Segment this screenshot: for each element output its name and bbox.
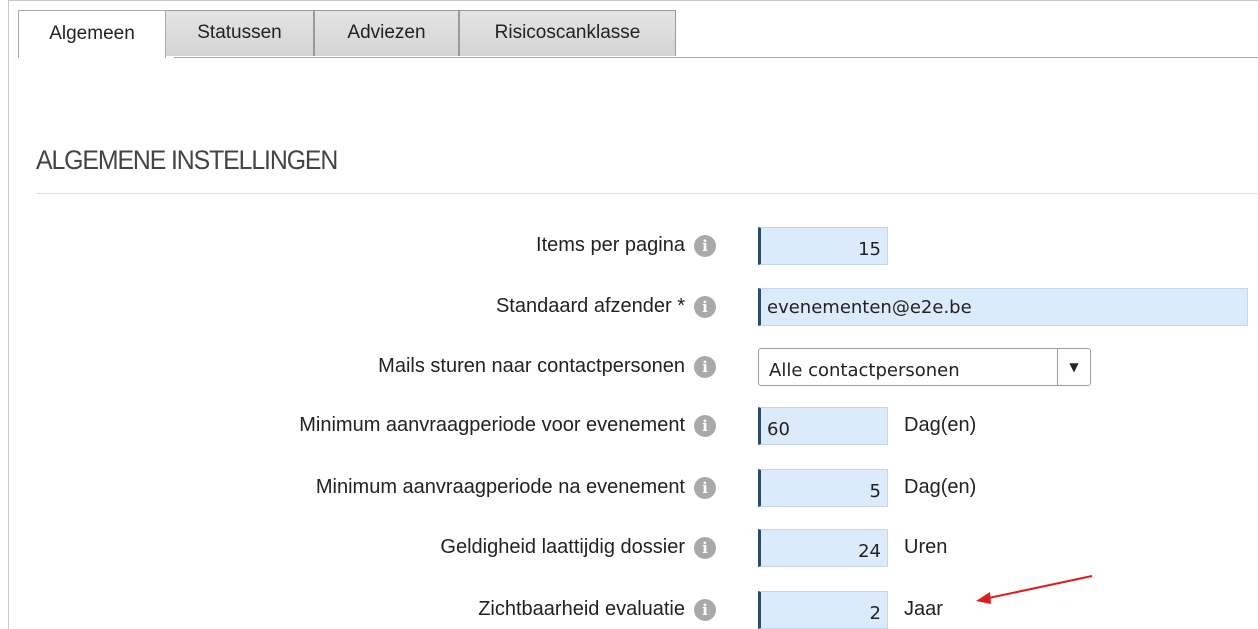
row-mail-contacts: Mails sturen naar contactpersonen i Alle… <box>0 346 1258 386</box>
info-icon[interactable]: i <box>694 235 716 257</box>
tab-adviezen[interactable]: Adviezen <box>314 10 459 56</box>
field-label: Minimum aanvraagperiode na evenement <box>315 475 685 498</box>
tab-bar-baseline <box>174 57 1258 58</box>
unit-label: Dag(en) <box>904 413 977 436</box>
section-divider <box>36 193 1258 194</box>
field-label: Zichtbaarheid evaluatie <box>478 597 685 620</box>
tab-label: Adviezen <box>347 21 426 43</box>
unit-label: Dag(en) <box>904 475 977 498</box>
row-items-per-page: Items per pagina i 15 <box>0 225 1258 265</box>
field-label: Mails sturen naar contactpersonen <box>378 354 685 377</box>
info-icon[interactable]: i <box>694 537 716 559</box>
info-icon[interactable]: i <box>694 415 716 437</box>
mail-contacts-select[interactable]: Alle contactpersonen ▼ <box>758 348 1091 386</box>
tab-statussen[interactable]: Statussen <box>165 10 314 56</box>
min-period-after-input[interactable]: 5 <box>758 469 888 507</box>
field-label: Items per pagina <box>536 233 685 256</box>
tab-label: Statussen <box>197 21 282 43</box>
select-value: Alle contactpersonen <box>769 359 960 381</box>
row-default-sender: Standaard afzender * i evenementen@e2e.b… <box>0 286 1258 326</box>
red-arrow-icon <box>976 575 1093 604</box>
unit-label: Jaar <box>904 597 943 620</box>
tab-algemeen[interactable]: Algemeen <box>18 10 166 58</box>
row-min-period-after: Minimum aanvraagperiode na evenement i 5… <box>0 467 1258 507</box>
min-period-before-input[interactable]: 60 <box>758 407 888 445</box>
field-label: Minimum aanvraagperiode voor evenement <box>299 413 685 436</box>
items-per-page-input[interactable]: 15 <box>758 227 888 265</box>
section-title: ALGEMENE INSTELLINGEN <box>36 145 338 175</box>
tab-label: Risicoscanklasse <box>494 21 641 43</box>
evaluation-visibility-input[interactable]: 2 <box>758 591 888 629</box>
tab-risicoscanklasse[interactable]: Risicoscanklasse <box>459 10 676 56</box>
default-sender-input[interactable]: evenementen@e2e.be <box>758 288 1248 326</box>
late-file-validity-input[interactable]: 24 <box>758 529 888 567</box>
info-icon[interactable]: i <box>694 599 716 621</box>
row-min-period-before: Minimum aanvraagperiode voor evenement i… <box>0 405 1258 445</box>
tab-label: Algemeen <box>49 22 135 44</box>
unit-label: Uren <box>904 535 948 558</box>
triangle-down-icon[interactable]: ▼ <box>1057 349 1090 385</box>
field-label: Geldigheid laattijdig dossier <box>440 535 685 558</box>
row-late-file-validity: Geldigheid laattijdig dossier i 24 Uren <box>0 527 1258 567</box>
info-icon[interactable]: i <box>694 296 716 318</box>
info-icon[interactable]: i <box>694 477 716 499</box>
info-icon[interactable]: i <box>694 356 716 378</box>
field-label: Standaard afzender * <box>495 294 685 317</box>
